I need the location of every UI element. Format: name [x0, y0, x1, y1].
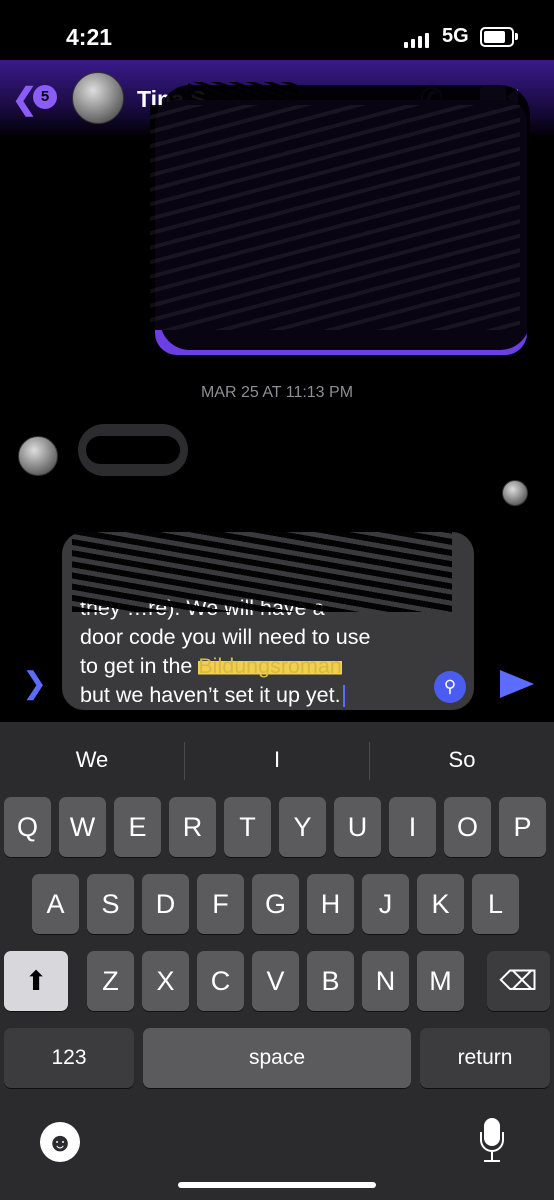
redaction-scribble: [150, 85, 530, 350]
composer-line: to get in the Bildungsroman: [80, 652, 460, 681]
suggestion-item[interactable]: So: [370, 736, 554, 786]
key-u[interactable]: U: [334, 797, 381, 857]
composer-line-end: but we haven’t set it up yet.: [80, 683, 341, 707]
key-v[interactable]: V: [252, 951, 299, 1011]
status-time: 4:21: [66, 24, 113, 50]
key-s[interactable]: S: [87, 874, 134, 934]
numbers-key[interactable]: 123: [4, 1028, 134, 1088]
received-message-bubble[interactable]: [78, 424, 188, 476]
key-x[interactable]: X: [142, 951, 189, 1011]
return-key[interactable]: return: [420, 1028, 550, 1088]
key-j[interactable]: J: [362, 874, 409, 934]
key-r[interactable]: R: [169, 797, 216, 857]
shift-icon[interactable]: ⬆: [4, 951, 68, 1011]
message-input[interactable]: . . they …re). We will have a door code …: [62, 532, 474, 710]
key-z[interactable]: Z: [87, 951, 134, 1011]
read-receipt-avatar: [502, 480, 528, 506]
key-o[interactable]: O: [444, 797, 491, 857]
text-cursor: [342, 685, 345, 708]
key-t[interactable]: T: [224, 797, 271, 857]
key-d[interactable]: D: [142, 874, 189, 934]
delete-icon[interactable]: ⌫: [487, 951, 550, 1011]
sender-avatar: [18, 436, 58, 476]
signal-icon: [404, 33, 429, 48]
key-n[interactable]: N: [362, 951, 409, 1011]
key-h[interactable]: H: [307, 874, 354, 934]
lookup-icon[interactable]: ⚲: [434, 671, 466, 703]
redaction-scribble: [72, 532, 452, 612]
key-m[interactable]: M: [417, 951, 464, 1011]
home-indicator[interactable]: [178, 1182, 376, 1188]
emoji-icon[interactable]: ☻: [40, 1122, 80, 1162]
suggestion-bar: We I So: [0, 736, 554, 786]
chevron-right-icon[interactable]: ❯: [22, 666, 47, 701]
key-p[interactable]: P: [499, 797, 546, 857]
key-i[interactable]: I: [389, 797, 436, 857]
message-timestamp: MAR 25 AT 11:13 PM: [200, 384, 354, 401]
key-w[interactable]: W: [59, 797, 106, 857]
network-label: 5G: [442, 25, 469, 47]
key-g[interactable]: G: [252, 874, 299, 934]
key-y[interactable]: Y: [279, 797, 326, 857]
key-e[interactable]: E: [114, 797, 161, 857]
composer-line: door code you will need to use: [80, 625, 371, 649]
highlighted-word[interactable]: Bildungsroman: [198, 654, 342, 678]
send-icon[interactable]: [500, 670, 534, 698]
key-f[interactable]: F: [197, 874, 244, 934]
key-q[interactable]: Q: [4, 797, 51, 857]
avatar[interactable]: [72, 72, 124, 124]
battery-icon: [480, 27, 518, 47]
unread-badge[interactable]: 5: [33, 85, 57, 109]
key-c[interactable]: C: [197, 951, 244, 1011]
microphone-icon[interactable]: [480, 1118, 504, 1162]
space-key[interactable]: space: [143, 1028, 411, 1088]
suggestion-item[interactable]: I: [185, 736, 369, 786]
key-k[interactable]: K: [417, 874, 464, 934]
key-a[interactable]: A: [32, 874, 79, 934]
key-l[interactable]: L: [472, 874, 519, 934]
composer-line-start: to get in the: [80, 654, 199, 678]
key-b[interactable]: B: [307, 951, 354, 1011]
composer-line: but we haven’t set it up yet.: [80, 681, 460, 710]
suggestion-item[interactable]: We: [0, 736, 184, 786]
